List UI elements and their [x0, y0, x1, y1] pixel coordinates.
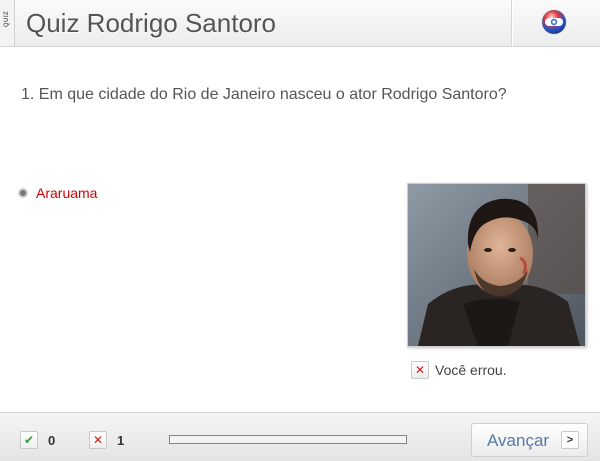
next-button-label: Avançar: [487, 431, 550, 450]
wrong-score: ✕ 1: [89, 431, 124, 449]
x-icon: ✕: [89, 431, 107, 449]
header-divider: [511, 0, 512, 46]
wrong-count: 1: [117, 432, 125, 448]
footer-bar: ✔ 0 ✕ 1 Avançar >: [0, 412, 600, 461]
progress-bar: [169, 435, 407, 444]
chevron-right-icon: >: [561, 431, 579, 449]
quiz-side-tab-label: QUIZ: [4, 10, 10, 28]
radio-button[interactable]: [18, 188, 28, 198]
quiz-side-tab: QUIZ: [0, 0, 15, 46]
globo-logo-icon[interactable]: [541, 9, 567, 35]
actor-portrait-photo: [407, 183, 586, 347]
correct-count: 0: [48, 432, 56, 448]
answer-option-label: Araruama: [36, 185, 98, 201]
answer-option[interactable]: Araruama: [18, 185, 97, 201]
feedback-text: Você errou.: [435, 362, 507, 378]
answer-feedback: ✕ Você errou.: [411, 361, 507, 379]
check-icon: ✔: [20, 431, 38, 449]
x-icon: ✕: [411, 361, 429, 379]
header-bar: QUIZ Quiz Rodrigo Santoro: [0, 0, 600, 47]
question-text: 1. Em que cidade do Rio de Janeiro nasce…: [21, 86, 507, 103]
page-title: Quiz Rodrigo Santoro: [26, 8, 277, 38]
correct-score: ✔ 0: [20, 431, 55, 449]
next-button[interactable]: Avançar >: [471, 423, 588, 457]
